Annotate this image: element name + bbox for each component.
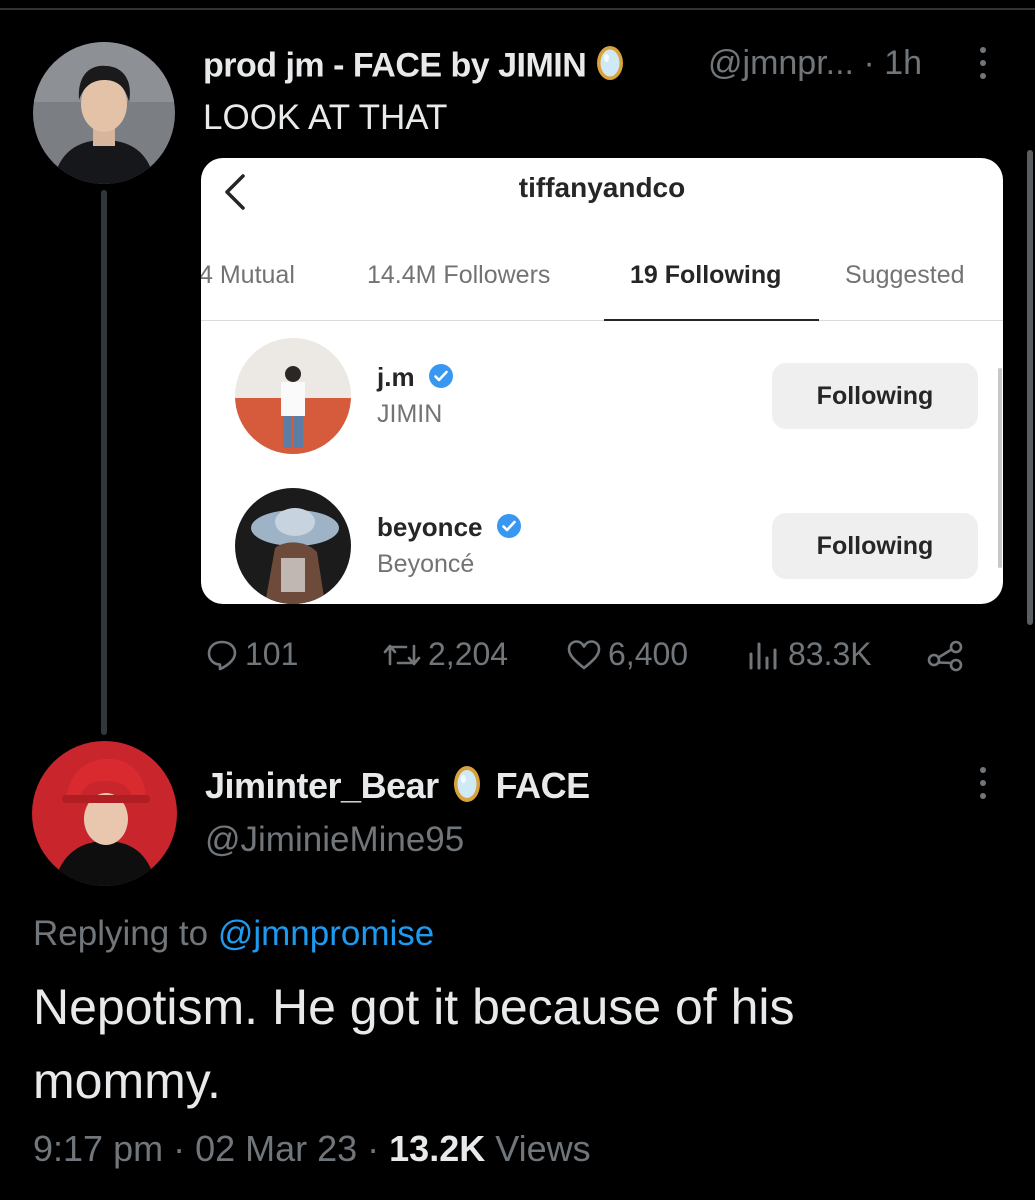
row-username: j.m [377, 362, 454, 396]
replying-to-mention-link[interactable]: @jmnpromise [218, 914, 434, 953]
tab-divider [201, 320, 1003, 321]
replying-to: Replying to @jmnpromise [33, 914, 435, 953]
card-scrollbar [998, 368, 1002, 568]
reply-handle[interactable]: @JiminieMine95 [205, 820, 464, 860]
tweet-author-avatar[interactable] [33, 42, 175, 184]
like-action[interactable]: 6,400 [566, 636, 688, 673]
reply-text: Nepotism. He got it because of his mommy… [33, 979, 795, 1109]
tab-suggested: Suggested [845, 261, 965, 289]
tab-followers: 14.4M Followers [367, 261, 551, 289]
share-icon [927, 640, 963, 672]
user-avatar-beyonce [235, 488, 351, 604]
active-tab-indicator [604, 319, 819, 321]
views-chart-icon [749, 642, 777, 670]
reply-author-avatar[interactable] [32, 741, 177, 886]
tab-following: 19 Following [630, 261, 782, 289]
row-username: beyonce [377, 512, 522, 546]
row-fullname: JIMIN [377, 400, 443, 428]
verified-badge-icon [496, 513, 522, 546]
row-fullname: Beyoncé [377, 550, 475, 578]
reply-action[interactable]: 101 [205, 636, 298, 673]
thread-line [101, 190, 107, 735]
reply-timestamp[interactable]: 9:17 pm · 02 Mar 23 · 13.2K Views [33, 1128, 591, 1170]
user-avatar-jm [235, 338, 351, 454]
tweet-author-name[interactable]: prod jm - FACE by JIMIN [203, 44, 625, 91]
views-action[interactable]: 83.3K [746, 636, 872, 673]
following-button: Following [772, 513, 978, 579]
more-options-icon[interactable] [968, 44, 998, 84]
card-title: tiffanyandco [518, 172, 686, 203]
top-divider [0, 8, 1035, 10]
retweet-action[interactable]: 2,204 [382, 636, 508, 673]
following-button: Following [772, 363, 978, 429]
verified-badge-icon [428, 363, 454, 396]
embedded-instagram-screenshot[interactable]: tiffanyandco 4 Mutual 14.4M Followers 19… [201, 158, 1003, 604]
reply-author-name[interactable]: Jiminter_Bear FACE [205, 764, 590, 813]
tweet-handle-time[interactable]: @jmnpr... · 1h [708, 44, 922, 83]
tweet-text: LOOK AT THAT [203, 98, 448, 137]
mirror-emoji-icon [595, 44, 625, 91]
more-options-icon[interactable] [968, 764, 998, 804]
page-scrollbar[interactable] [1027, 150, 1033, 625]
heart-icon [567, 640, 601, 670]
tab-mutual: 4 Mutual [201, 261, 295, 289]
share-action[interactable] [926, 636, 972, 673]
reply-icon [207, 640, 237, 671]
mirror-emoji-icon [452, 764, 482, 813]
retweet-icon [383, 644, 421, 666]
